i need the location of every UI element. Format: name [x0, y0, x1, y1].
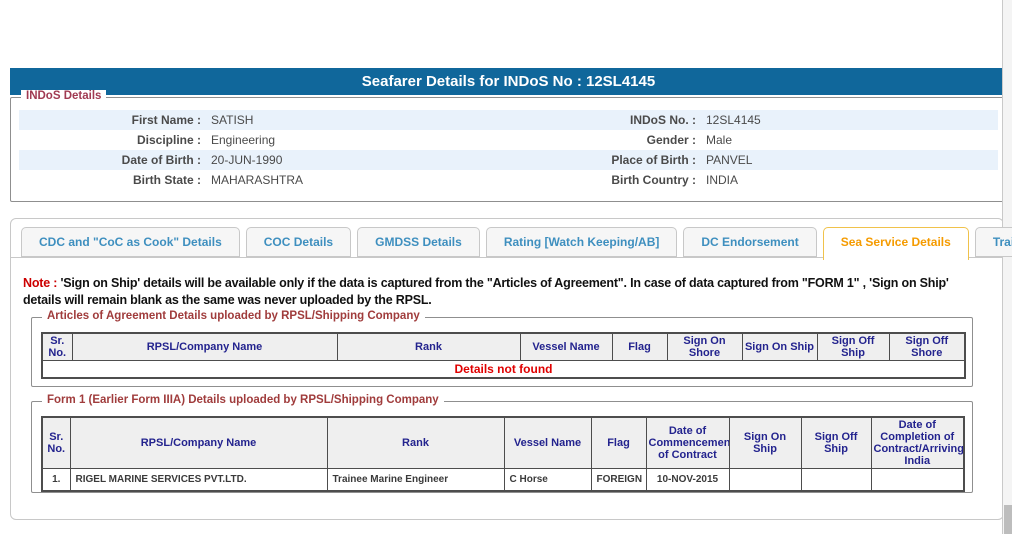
col-sr-no: Sr. No. — [41, 416, 71, 470]
col-sign-off-shore: Sign Off Shore — [888, 332, 966, 362]
birth-country-label: Birth Country : — [611, 173, 696, 187]
cell-rank: Trainee Marine Engineer — [326, 468, 505, 492]
col-rank: Rank — [336, 332, 521, 362]
col-date-of-commencement: Date of Commencement of Contract — [645, 416, 730, 470]
col-flag: Flag — [611, 332, 668, 362]
first-name-label: First Name : — [131, 113, 201, 127]
date-of-birth-value: 20-JUN-1990 — [211, 153, 283, 167]
cell-flag: FOREIGN — [590, 468, 647, 492]
first-name-value: SATISH — [211, 113, 254, 127]
form1-table: Sr. No. RPSL/Company Name Rank Vessel Na… — [41, 416, 965, 492]
note-label: Note : — [23, 276, 58, 290]
tab-coc-details[interactable]: COC Details — [245, 227, 352, 257]
indos-row: Birth State : MAHARASHTRA Birth Country … — [19, 170, 998, 190]
indos-no-label: INDoS No. : — [630, 113, 696, 127]
date-of-birth-label: Date of Birth : — [121, 153, 201, 167]
articles-table: Sr. No. RPSL/Company Name Rank Vessel Na… — [41, 332, 966, 380]
articles-empty-row: Details not found — [41, 360, 966, 379]
tab-content-panel: CDC and "CoC as Cook" Details COC Detail… — [10, 218, 1012, 520]
cell-vessel-name: C Horse — [503, 468, 592, 492]
indos-row: First Name : SATISH INDoS No. : 12SL4145 — [19, 110, 998, 130]
form1-legend: Form 1 (Earlier Form IIIA) Details uploa… — [42, 394, 444, 406]
cell-date-of-commencement: 10-NOV-2015 — [645, 468, 730, 492]
indos-row: Date of Birth : 20-JUN-1990 Place of Bir… — [19, 150, 998, 170]
tab-cdc-coc-as-cook[interactable]: CDC and "CoC as Cook" Details — [21, 227, 240, 257]
note-text: Note : 'Sign on Ship' details will be av… — [23, 275, 985, 308]
col-sign-on-ship: Sign On Ship — [728, 416, 802, 470]
form1-data-row: 1. RIGEL MARINE SERVICES PVT.LTD. Traine… — [41, 468, 965, 492]
col-rpsl-company-name: RPSL/Company Name — [71, 332, 338, 362]
col-sign-on-shore: Sign On Shore — [666, 332, 743, 362]
col-sign-off-ship: Sign Off Ship — [816, 332, 890, 362]
col-sign-off-ship: Sign Off Ship — [800, 416, 872, 470]
indos-no-value: 12SL4145 — [706, 113, 761, 127]
cell-sr-no: 1. — [41, 468, 71, 492]
tab-gmdss-details[interactable]: GMDSS Details — [357, 227, 480, 257]
col-sr-no: Sr. No. — [41, 332, 73, 362]
tab-rating-watch-keeping[interactable]: Rating [Watch Keeping/AB] — [485, 227, 678, 257]
col-sign-on-ship: Sign On Ship — [741, 332, 818, 362]
birth-country-value: INDIA — [706, 173, 739, 187]
col-rank: Rank — [326, 416, 505, 470]
form1-header-row: Sr. No. RPSL/Company Name Rank Vessel Na… — [41, 416, 965, 470]
tab-bar: CDC and "CoC as Cook" Details COC Detail… — [21, 227, 1012, 260]
cell-company-name: RIGEL MARINE SERVICES PVT.LTD. — [69, 468, 328, 492]
col-vessel-name: Vessel Name — [503, 416, 592, 470]
discipline-label: Discipline : — [136, 133, 201, 147]
place-of-birth-label: Place of Birth : — [611, 153, 696, 167]
form1-fieldset: Form 1 (Earlier Form IIIA) Details uploa… — [31, 394, 973, 493]
cell-sign-on-ship — [728, 468, 802, 492]
col-rpsl-company-name: RPSL/Company Name — [69, 416, 328, 470]
birth-state-label: Birth State : — [132, 173, 201, 187]
col-flag: Flag — [590, 416, 647, 470]
birth-state-value: MAHARASHTRA — [211, 173, 304, 187]
col-date-of-completion: Date of Completion of Contract/Arriving … — [870, 416, 965, 470]
indos-row: Discipline : Engineering Gender : Male — [19, 130, 998, 150]
tab-training-details[interactable]: Training Details — [974, 227, 1012, 257]
col-vessel-name: Vessel Name — [519, 332, 613, 362]
page-title: Seafarer Details for INDoS No : 12SL4145 — [10, 68, 1007, 95]
articles-header-row: Sr. No. RPSL/Company Name Rank Vessel Na… — [41, 332, 966, 362]
tab-dc-endorsement[interactable]: DC Endorsement — [683, 227, 817, 257]
discipline-value: Engineering — [211, 133, 276, 147]
gender-label: Gender : — [646, 133, 696, 147]
details-not-found-message: Details not found — [41, 360, 966, 379]
articles-of-agreement-fieldset: Articles of Agreement Details uploaded b… — [31, 310, 973, 387]
place-of-birth-value: PANVEL — [706, 153, 753, 167]
indos-details-legend: INDoS Details — [21, 90, 107, 102]
articles-legend: Articles of Agreement Details uploaded b… — [42, 310, 425, 322]
indos-details-fieldset: INDoS Details First Name : SATISH INDoS … — [10, 90, 1007, 202]
tab-sea-service-details[interactable]: Sea Service Details — [822, 227, 969, 260]
cell-date-of-completion — [870, 468, 965, 492]
cell-sign-off-ship — [800, 468, 872, 492]
vertical-scrollbar[interactable] — [1002, 0, 1012, 534]
gender-value: Male — [706, 133, 733, 147]
scrollbar-thumb[interactable] — [1004, 505, 1012, 534]
note-body: 'Sign on Ship' details will be available… — [23, 276, 949, 307]
